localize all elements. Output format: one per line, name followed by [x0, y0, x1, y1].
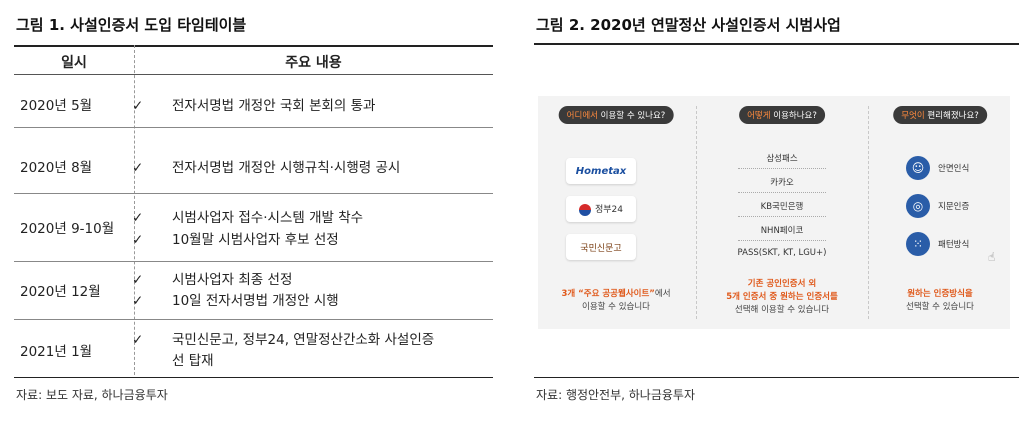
row-date: 2020년 12월 [20, 284, 101, 300]
row-date: 2020년 5월 [20, 98, 93, 114]
pilot-infographic: 어디에서 이용할 수 있나요? Hometax 정부24 국민신문고 3개 “주… [538, 96, 1010, 329]
table-row: 2020년 5월 ✓ 전자서명법 개정안 국회 본회의 통과 [14, 76, 493, 128]
table-row: 2020년 9-10월 ✓ 시범사업자 접수·시스템 개발 착수 ✓ 10월말 시범… [14, 194, 493, 262]
row-item-continuation: 선 탑재 [172, 353, 214, 369]
column-divider [696, 106, 697, 319]
check-icon: ✓ [132, 210, 144, 226]
where-pill: 어디에서 이용할 수 있나요? [558, 106, 674, 124]
auth-method: ◎ 지문인증 [906, 192, 969, 220]
figure1-source: 자료: 보도 자료, 하나금융투자 [16, 388, 168, 402]
sinmungo-logo: 국민신문고 [566, 234, 636, 260]
check-icon: ✓ [132, 272, 144, 288]
row-date: 2021년 1월 [20, 344, 93, 360]
figure2-source: 자료: 행정안전부, 하나금융투자 [536, 388, 696, 402]
option-separator [738, 240, 826, 241]
option-separator [738, 192, 826, 193]
auth-method: ⁙ 패턴방식 [906, 230, 969, 258]
auth-method: ☺ 안면인식 [906, 154, 969, 182]
cert-option: PASS(SKT, KT, LGU+) [737, 248, 827, 258]
what-pill: 무엇이 편리해졌나요? [893, 106, 987, 124]
option-separator [738, 216, 826, 217]
where-column: 어디에서 이용할 수 있나요? Hometax 정부24 국민신문고 3개 “주… [538, 96, 694, 329]
table-row: 2021년 1월 ✓ 국민신문고, 정부24, 연말정산간소화 사설인증 선 탑재 [14, 320, 493, 378]
row-item: ✓ 시범사업자 최종 선정 [132, 272, 293, 288]
where-note: 3개 “주요 공공웹사이트”에서 이용할 수 있습니다 [561, 289, 671, 312]
cert-option: NHN페이코 [760, 226, 804, 236]
table-header: 일시 주요 내용 [14, 45, 493, 75]
face-recognition-icon: ☺ [906, 156, 930, 180]
row-item: ✓ 전자서명법 개정안 시행규칙·시행령 공시 [132, 160, 401, 176]
row-item: ✓ 시범사업자 접수·시스템 개발 착수 [132, 210, 364, 226]
column-divider [868, 106, 869, 319]
figure2-top-rule [534, 43, 1019, 45]
row-item: ✓ 10일 전자서명법 개정안 시행 [132, 293, 339, 309]
row-item: ✓ 국민신문고, 정부24, 연말정산간소화 사설인증 [132, 332, 435, 348]
figure2-title: 그림 2. 2020년 연말정산 사설인증서 시범사업 [536, 16, 841, 34]
check-icon: ✓ [132, 232, 144, 248]
how-pill: 어떻게 이용하나요? [739, 106, 825, 124]
figure1-title: 그림 1. 사설인증서 도입 타임테이블 [16, 16, 247, 34]
check-icon: ✓ [132, 160, 144, 176]
gov24-logo: 정부24 [566, 196, 636, 222]
taegeuk-icon [578, 203, 591, 216]
figure2-bottom-rule [534, 377, 1019, 378]
row-item: ✓ 전자서명법 개정안 국회 본회의 통과 [132, 98, 376, 114]
check-icon: ✓ [132, 98, 144, 114]
table-row: 2020년 8월 ✓ 전자서명법 개정안 시행규칙·시행령 공시 [14, 128, 493, 194]
hometax-logo: Hometax [566, 158, 636, 184]
what-note: 원하는 인증방식을 선택할 수 있습니다 [906, 289, 974, 312]
how-column: 어떻게 이용하나요? 삼성패스 카카오 KB국민은행 NHN페이코 PASS(S… [698, 96, 866, 329]
row-date: 2020년 9-10월 [20, 221, 115, 237]
row-item: ✓ 10월말 시범사업자 후보 선정 [132, 232, 339, 248]
hand-cursor-icon: ☝ [988, 250, 996, 264]
row-date: 2020년 8월 [20, 160, 93, 176]
cert-option: 삼성패스 [766, 154, 798, 164]
timetable: 일시 주요 내용 [14, 45, 493, 75]
header-date: 일시 [61, 55, 87, 71]
header-content: 주요 내용 [285, 55, 342, 71]
table-row: 2020년 12월 ✓ 시범사업자 최종 선정 ✓ 10일 전자서명법 개정안 시행 [14, 262, 493, 320]
pattern-icon: ⁙ [906, 232, 930, 256]
check-icon: ✓ [132, 293, 144, 309]
what-column: 무엇이 편리해졌나요? ☺ 안면인식 ◎ 지문인증 ⁙ 패턴방식 ☝ 원하는 인증방식… [870, 96, 1010, 329]
check-icon: ✓ [132, 332, 144, 348]
option-separator [738, 168, 826, 169]
how-note: 기존 공인인증서 외 5개 인증서 중 원하는 인증서를 선택해 이용할 수 있… [726, 279, 838, 315]
cert-option: KB국민은행 [760, 202, 804, 212]
fingerprint-icon: ◎ [906, 194, 930, 218]
cert-option: 카카오 [770, 178, 794, 188]
